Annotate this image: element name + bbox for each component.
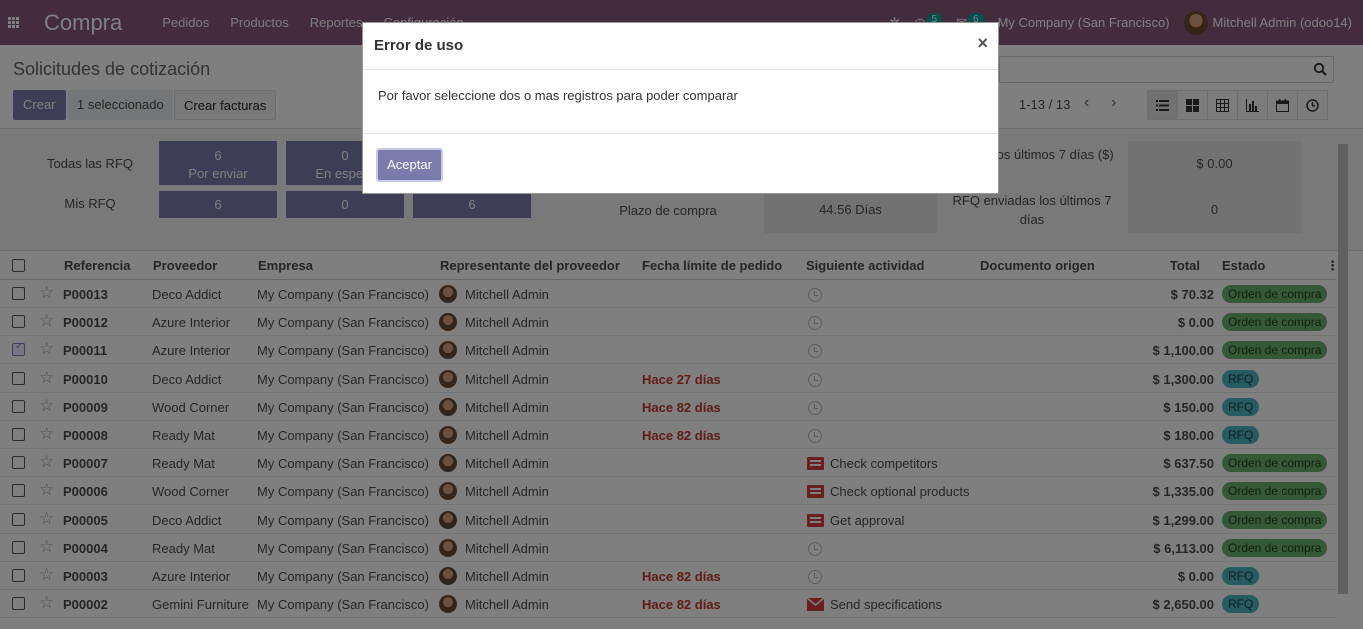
dialog-header: Error de uso × xyxy=(363,23,998,70)
error-dialog: Error de uso × Por favor seleccione dos … xyxy=(362,22,999,194)
close-icon[interactable]: × xyxy=(977,33,988,54)
dialog-title: Error de uso xyxy=(374,37,464,54)
dialog-message: Por favor seleccione dos o mas registros… xyxy=(378,88,738,103)
accept-button[interactable]: Aceptar xyxy=(376,148,443,182)
dialog-footer: Aceptar xyxy=(363,134,998,193)
dialog-body: Por favor seleccione dos o mas registros… xyxy=(363,70,998,134)
